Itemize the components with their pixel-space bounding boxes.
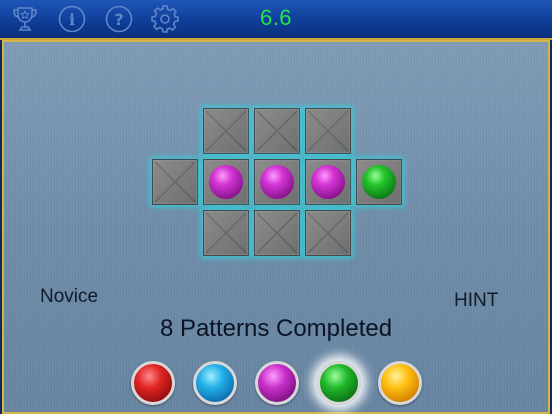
empty-slot-mark (256, 212, 298, 254)
color-button-purple[interactable] (255, 361, 299, 405)
info-icon[interactable]: i (57, 4, 87, 34)
purple-ball (209, 165, 243, 199)
trophy-icon[interactable] (10, 4, 40, 34)
grid-cell[interactable] (203, 159, 249, 205)
purple-ball (260, 165, 294, 199)
color-button-green[interactable] (317, 361, 361, 405)
grid-cell[interactable] (254, 210, 300, 256)
help-icon[interactable]: ? (104, 4, 134, 34)
grid-cell[interactable] (356, 159, 402, 205)
grid-cell[interactable] (203, 210, 249, 256)
color-button-blue[interactable] (193, 361, 237, 405)
empty-slot-mark (205, 212, 247, 254)
color-button-yellow[interactable] (378, 361, 422, 405)
grid-cell[interactable] (305, 159, 351, 205)
hint-button[interactable]: HINT (454, 290, 498, 312)
purple-ball (311, 165, 345, 199)
gear-icon[interactable] (150, 4, 180, 34)
grid-cell[interactable] (254, 108, 300, 154)
grid-cell[interactable] (152, 159, 198, 205)
green-ball (362, 165, 396, 199)
empty-slot-mark (205, 110, 247, 152)
svg-text:?: ? (114, 10, 123, 29)
svg-text:i: i (69, 10, 75, 29)
score-display: 6.6 (259, 5, 293, 30)
empty-slot-mark (307, 212, 349, 254)
top-toolbar: i ? 6.6 (0, 0, 552, 40)
empty-slot-mark (307, 110, 349, 152)
color-button-red[interactable] (131, 361, 175, 405)
empty-slot-mark (154, 161, 196, 203)
grid-cell[interactable] (254, 159, 300, 205)
patterns-completed-status: 8 Patterns Completed (159, 315, 393, 342)
difficulty-label[interactable]: Novice (40, 286, 98, 308)
empty-slot-mark (256, 110, 298, 152)
grid-cell[interactable] (305, 210, 351, 256)
grid-cell[interactable] (203, 108, 249, 154)
grid-cell[interactable] (305, 108, 351, 154)
game-board: Novice HINT (2, 40, 550, 414)
